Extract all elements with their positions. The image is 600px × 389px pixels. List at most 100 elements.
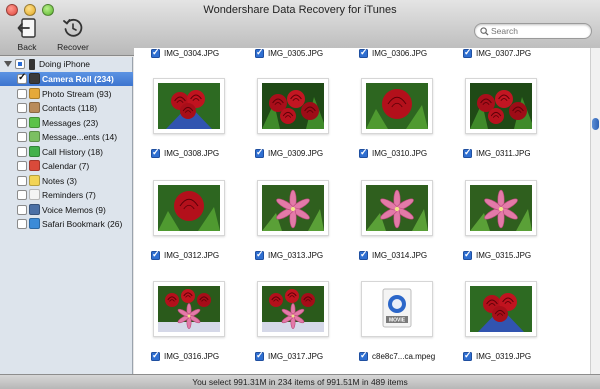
sidebar-item-checkbox[interactable] [17,190,27,200]
recover-button[interactable]: Recover [48,17,98,52]
sidebar-item[interactable]: Camera Roll (234) [0,72,133,86]
back-icon [17,18,36,38]
sidebar-item-checkbox[interactable] [17,88,27,99]
file-checkbox[interactable] [359,48,368,58]
disclosure-triangle-icon[interactable] [4,61,12,67]
file-name: IMG_0311.JPG [476,149,531,158]
vertical-scrollbar[interactable] [590,48,600,374]
file-item-label[interactable]: IMG_0305.JPG [255,48,324,58]
sidebar-item[interactable]: Safari Bookmark (26) [0,217,133,231]
file-item-label[interactable]: IMG_0306.JPG [359,48,428,58]
file-thumbnail[interactable] [257,281,329,337]
file-item-label[interactable]: IMG_0308.JPG [151,147,219,158]
file-item-label[interactable]: IMG_0310.JPG [359,147,427,158]
sidebar-item[interactable]: Contacts (118) [0,101,133,115]
camera-icon [29,73,40,84]
sidebar-item[interactable]: Message...ents (14) [0,130,133,144]
file-thumbnail[interactable] [153,78,225,134]
file-checkbox[interactable] [359,350,368,361]
recover-icon [63,18,83,37]
contacts-icon [29,102,40,113]
file-checkbox[interactable] [463,350,472,361]
sidebar-item-checkbox[interactable] [17,103,27,113]
file-checkbox[interactable] [463,48,472,58]
sidebar-item[interactable]: Messages (23) [0,116,133,130]
file-item-label[interactable]: IMG_0309.JPG [255,147,323,158]
file-checkbox[interactable] [255,147,264,158]
file-checkbox[interactable] [463,249,472,260]
sidebar-item[interactable]: Call History (18) [0,145,133,159]
device-row[interactable]: Doing iPhone [0,57,133,72]
file-name: IMG_0319.JPG [476,352,532,361]
file-item-label[interactable]: IMG_0316.JPG [151,350,219,361]
file-name: IMG_0305.JPG [268,49,324,58]
file-thumbnail[interactable] [257,180,329,236]
notes-icon [29,174,40,186]
file-item-label[interactable]: IMG_0315.JPG [463,249,531,260]
file-thumbnail[interactable] [361,180,433,236]
status-bar: You select 991.31M in 234 items of 991.5… [0,374,600,389]
file-checkbox[interactable] [359,249,368,260]
calendar-icon [29,160,40,171]
sidebar-item-checkbox[interactable] [17,132,27,142]
sidebar-item[interactable]: Calendar (7) [0,159,133,173]
sidebar-item-label: Message...ents (14) [42,132,118,142]
window-title: Wondershare Data Recovery for iTunes [203,4,397,16]
sidebar-item-label: Camera Roll (234) [42,74,114,84]
file-item-label[interactable]: IMG_0314.JPG [359,249,427,260]
search-field[interactable] [474,23,592,39]
file-checkbox[interactable] [255,350,264,361]
file-checkbox[interactable] [151,249,160,260]
file-checkbox[interactable] [151,48,160,58]
sidebar-item-checkbox[interactable] [17,146,27,157]
file-checkbox[interactable] [463,147,472,158]
sidebar-item-label: Call History (18) [42,146,103,157]
file-item-label[interactable]: IMG_0313.JPG [255,249,323,260]
file-checkbox[interactable] [151,147,160,158]
file-item-label[interactable]: c8e8c7...ca.mpeg [359,350,435,361]
device-checkbox[interactable] [15,59,25,69]
file-thumbnail[interactable] [153,281,225,337]
safari-icon [29,218,40,229]
sidebar-item-checkbox[interactable] [17,175,27,186]
iphone-icon [29,59,35,70]
file-item-label[interactable]: IMG_0317.JPG [255,350,323,361]
sidebar-item-checkbox[interactable] [17,204,27,215]
file-thumbnail[interactable] [361,78,433,134]
sidebar-item-checkbox[interactable] [17,72,27,84]
file-checkbox[interactable] [255,249,264,260]
sidebar-item-checkbox[interactable] [17,219,27,229]
phone-icon [29,145,40,157]
file-thumbnail[interactable] [465,281,537,337]
file-item-label[interactable]: IMG_0312.JPG [151,249,220,260]
sidebar-item-checkbox[interactable] [17,117,27,128]
file-item-label[interactable]: IMG_0304.JPG [151,48,219,58]
sidebar-item[interactable]: Photo Stream (93) [0,87,133,101]
sidebar-item[interactable]: Reminders (7) [0,188,133,202]
sidebar-item[interactable]: Voice Memos (9) [0,203,133,217]
pink-lily-image [470,185,532,231]
sidebar-item-label: Reminders (7) [42,190,96,200]
sidebar-item-checkbox[interactable] [17,161,27,171]
file-thumbnail[interactable] [465,180,537,236]
file-item-label[interactable]: IMG_0319.JPG [463,350,532,361]
search-icon [480,27,489,36]
file-thumbnail[interactable] [257,78,329,134]
rose-cluster-image [262,83,324,129]
rose-lily-bouquet-image [262,286,324,332]
file-item-label[interactable]: IMG_0307.JPG [463,48,531,58]
sidebar-item[interactable]: Notes (3) [0,174,133,188]
scrollbar-thumb[interactable] [592,118,599,130]
file-checkbox[interactable] [151,350,160,361]
search-input[interactable] [491,25,587,37]
file-checkbox[interactable] [359,147,368,158]
file-thumbnail[interactable] [465,78,537,134]
file-name: IMG_0312.JPG [164,251,220,260]
file-thumbnail[interactable]: MOVIE [361,281,433,337]
file-checkbox[interactable] [255,48,264,58]
back-button[interactable]: Back [2,17,52,52]
voice-memos-icon [29,203,40,215]
file-thumbnail[interactable] [153,180,225,236]
file-name: IMG_0306.JPG [372,49,428,58]
file-item-label[interactable]: IMG_0311.JPG [463,147,531,158]
